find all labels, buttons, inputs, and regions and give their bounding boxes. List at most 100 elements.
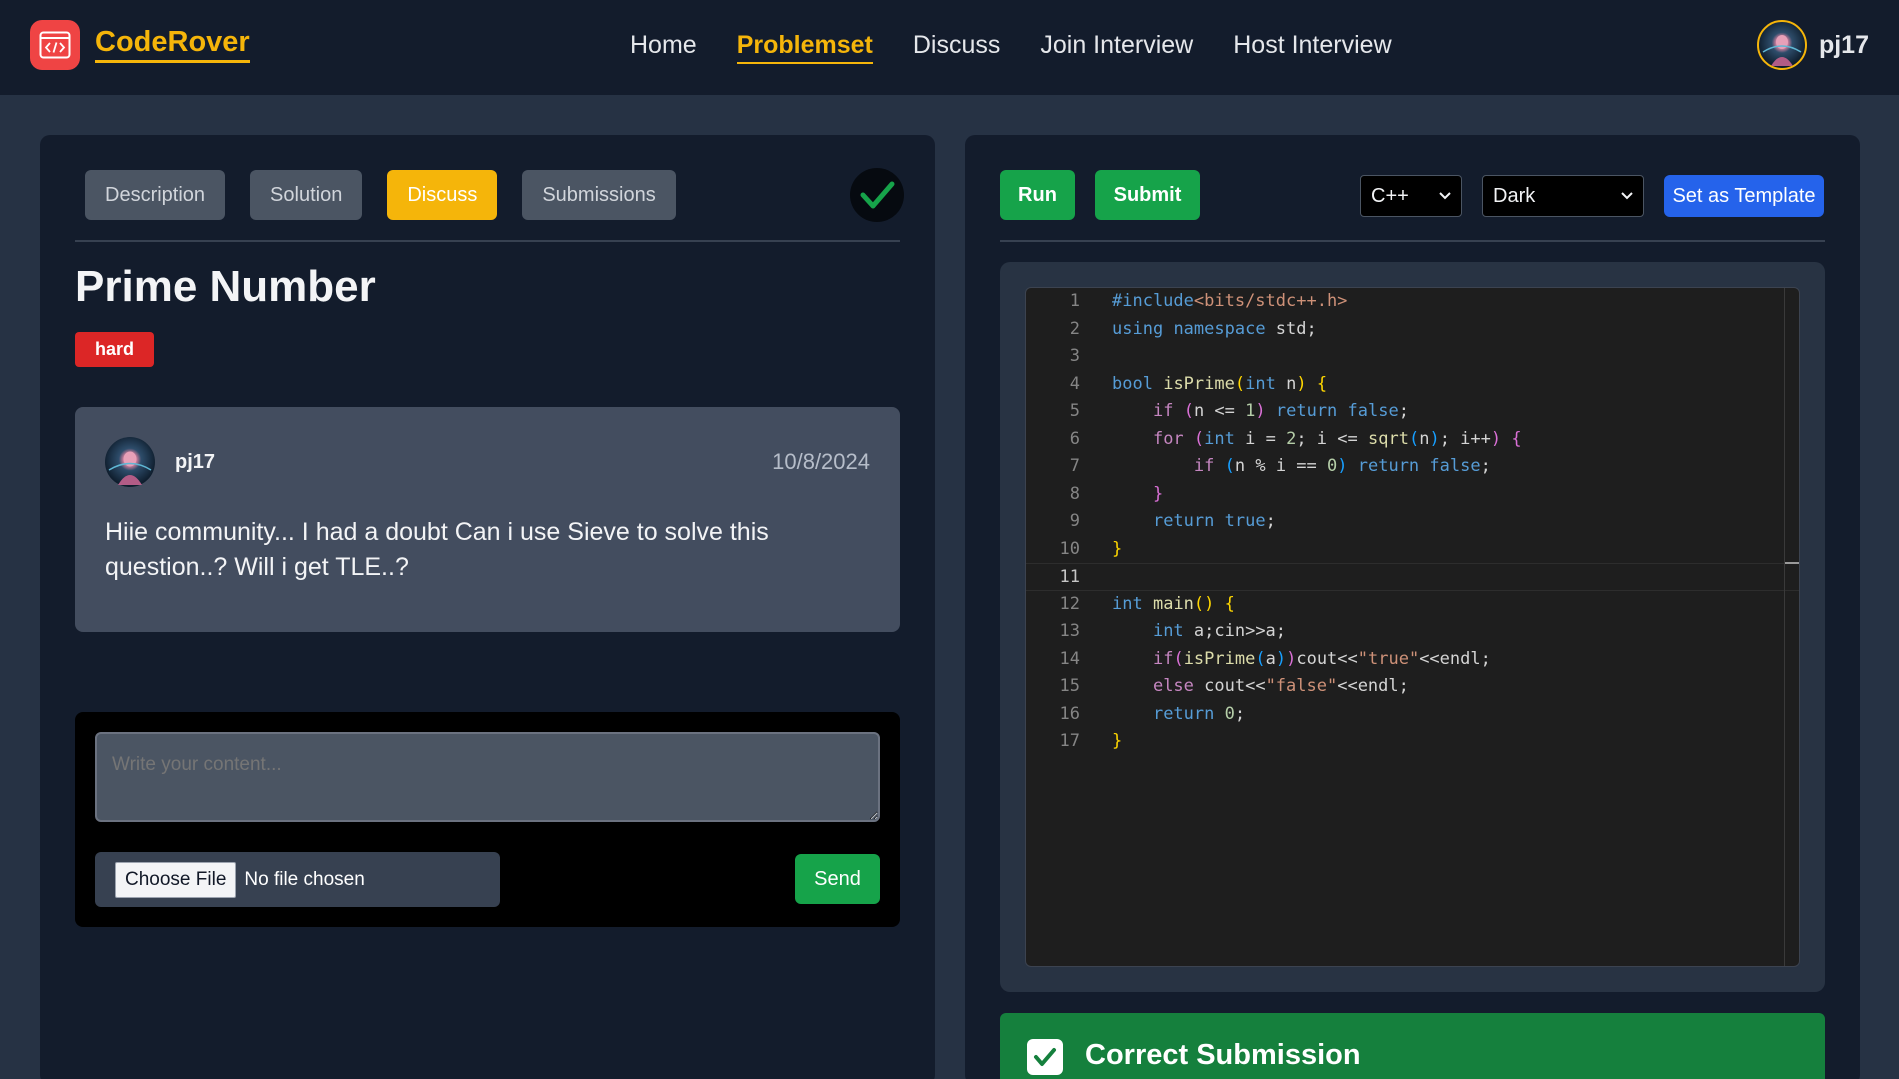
code-text: else cout<<"false"<<endl; [1152,676,1409,696]
divider [1000,240,1825,242]
problem-tabs: Description Solution Discuss Submissions [85,170,676,220]
code-editor[interactable]: 1 #include<bits/stdc++.h> 2 using namespace… [1025,287,1800,967]
code-line[interactable]: 5 if (n <= 1) return false; [1026,398,1799,426]
code-window-icon [30,20,80,70]
line-number: 16 [1059,703,1080,724]
code-line[interactable]: 1 #include<bits/stdc++.h> [1026,288,1799,316]
difficulty-badge: hard [75,332,155,367]
tab-submissions[interactable]: Submissions [522,170,676,220]
code-line[interactable]: 11 [1026,563,1799,591]
code-line[interactable]: 16 return 0; [1026,701,1799,729]
line-number: 3 [1069,346,1080,366]
theme-value: Dark [1493,184,1536,207]
discussion-composer: Choose File No file chosen Send [75,712,900,927]
code-line[interactable]: 10} [1026,536,1799,564]
file-status: No file chosen [244,868,365,890]
user-menu[interactable]: pj17 [1756,20,1869,70]
code-line[interactable]: 13 int a;cin>>a; [1026,618,1799,646]
overview-ruler-marker [1785,562,1799,564]
line-number: 6 [1069,428,1080,449]
code-text: for (int i = 2; i <= sqrt(n); i++) { [1152,428,1522,449]
tab-discuss[interactable]: Discuss [387,170,498,220]
brand-name: CodeRover [95,26,250,64]
tab-solution[interactable]: Solution [250,170,363,220]
username[interactable]: pj17 [1819,31,1869,60]
code-text: using namespace std; [1112,318,1317,339]
line-number: 8 [1069,483,1080,504]
nav-link-host-interview[interactable]: Host Interview [1233,30,1391,64]
code-text: int a;cin>>a; [1152,621,1287,641]
problem-panel: Description Solution Discuss Submissions… [40,135,935,1079]
code-text: if(isPrime(a))cout<<"true"<<endl; [1152,648,1491,669]
code-line[interactable]: 7 if (n % i == 0) return false; [1026,453,1799,481]
post-author[interactable]: pj17 [175,451,215,474]
result-banner: Correct Submission [1000,1013,1825,1079]
code-line[interactable]: 9 return true; [1026,508,1799,536]
line-number: 11 [1059,567,1080,587]
code-line[interactable]: 15 else cout<<"false"<<endl; [1026,673,1799,701]
code-line[interactable]: 3 [1026,343,1799,371]
check-icon [1027,1039,1063,1075]
line-number: 17 [1059,731,1080,751]
editor-scrollbar[interactable] [1784,288,1785,966]
code-lines: 1 #include<bits/stdc++.h> 2 using namespace… [1026,288,1799,756]
nav-link-home[interactable]: Home [630,30,697,64]
tab-description[interactable]: Description [85,170,226,220]
solved-check-icon [850,168,904,222]
divider [75,240,900,242]
code-text: bool isPrime(int n) { [1112,373,1328,394]
code-line[interactable]: 14 if(isPrime(a))cout<<"true"<<endl; [1026,646,1799,674]
line-number: 15 [1059,676,1080,696]
theme-select[interactable]: Dark [1482,175,1644,217]
line-number: 2 [1069,318,1080,339]
code-text: if (n % i == 0) return false; [1193,456,1491,476]
code-line[interactable]: 8 } [1026,481,1799,509]
file-input[interactable]: Choose File No file chosen [95,852,500,907]
post-date: 10/8/2024 [772,449,870,474]
line-number: 5 [1069,401,1080,421]
code-text: } [1112,538,1123,559]
choose-file-button[interactable]: Choose File [115,861,237,898]
brand[interactable]: CodeRover [30,20,250,70]
post-content: Hiie community... I had a doubt Can i us… [105,518,769,581]
code-line[interactable]: 17} [1026,728,1799,756]
line-number: 12 [1059,593,1080,614]
code-text: } [1112,731,1123,751]
language-select[interactable]: C++ [1360,175,1462,217]
set-template-button[interactable]: Set as Template [1664,175,1824,217]
line-number: 1 [1069,291,1080,311]
nav-link-discuss[interactable]: Discuss [913,30,1001,64]
code-line[interactable]: 4 bool isPrime(int n) { [1026,371,1799,399]
code-text: int main() { [1112,593,1235,614]
discussion-post: pj17 10/8/2024 Hiie community... I had a… [75,407,900,632]
nav-link-problemset[interactable]: Problemset [736,30,873,64]
line-number: 9 [1069,511,1080,531]
post-avatar [105,437,155,487]
line-number: 14 [1059,648,1080,669]
code-text: return true; [1152,511,1276,531]
avatar[interactable] [1756,20,1807,70]
nav-link-join-interview[interactable]: Join Interview [1040,30,1193,64]
code-text: } [1152,483,1164,504]
code-line[interactable]: 6 for (int i = 2; i <= sqrt(n); i++) { [1026,426,1799,454]
problem-title: Prime Number [75,262,376,311]
code-text: if (n <= 1) return false; [1152,401,1409,421]
line-number: 10 [1059,538,1080,559]
chevron-down-icon [1621,192,1633,200]
code-text: #include<bits/stdc++.h> [1112,291,1348,311]
line-number: 7 [1069,456,1080,476]
main-nav: Home Problemset Discuss Join Interview H… [630,30,1392,64]
chevron-down-icon [1439,192,1451,200]
result-status: Correct Submission [1085,1039,1361,1071]
editor-container: 1 #include<bits/stdc++.h> 2 using namespace… [1000,262,1825,992]
code-line[interactable]: 2 using namespace std; [1026,316,1799,344]
line-number: 13 [1059,621,1080,641]
submit-button[interactable]: Submit [1095,170,1200,220]
code-text: return 0; [1152,703,1246,724]
editor-panel: Run Submit C++ Dark Set as Template 1 #in… [965,135,1860,1079]
run-button[interactable]: Run [1000,170,1075,220]
send-button[interactable]: Send [795,854,880,904]
content-input[interactable] [95,732,880,822]
code-line[interactable]: 12 int main() { [1026,591,1799,619]
line-number: 4 [1069,373,1080,394]
